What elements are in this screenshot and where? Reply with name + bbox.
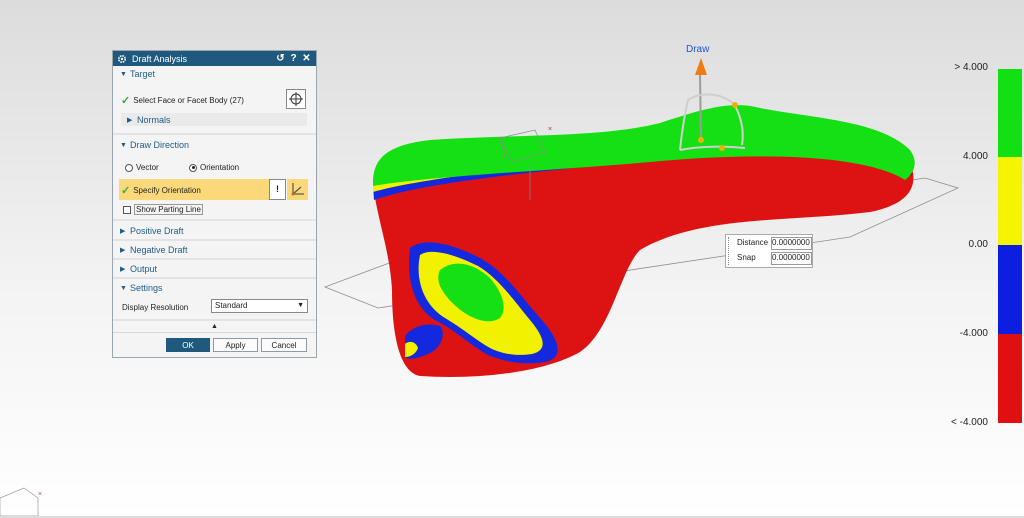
negative-draft-section: ▶ Negative Draft	[113, 242, 316, 258]
positive-draft-section: ▶ Positive Draft	[113, 223, 316, 239]
positive-draft-label: Positive Draft	[130, 226, 184, 236]
csys-icon	[291, 183, 304, 196]
specify-orientation-label: Specify Orientation	[133, 186, 201, 195]
vector-label: Vector	[136, 163, 159, 172]
show-parting-line-label: Show Parting Line	[134, 204, 203, 215]
divider	[113, 332, 316, 333]
select-face-label: Select Face or Facet Body (27)	[133, 96, 244, 105]
distance-label: Distance	[737, 238, 769, 247]
target-header[interactable]: ▼ Target	[113, 66, 316, 82]
orientation-dialog-button[interactable]: !	[269, 179, 286, 200]
radio-on-icon	[189, 163, 197, 172]
draft-analysis-dialog: Draft Analysis ↺ ? ✕ ▼ Target ✓ Select F…	[112, 50, 317, 358]
draw-arrow-icon[interactable]	[695, 58, 707, 75]
display-resolution-label: Display Resolution	[122, 303, 189, 312]
corner-x-marker: ×	[38, 491, 42, 498]
expand-triangle-icon: ▶	[127, 116, 133, 124]
exclamation-icon: !	[276, 184, 279, 194]
checkbox-icon	[123, 205, 131, 214]
cancel-button[interactable]: Cancel	[261, 338, 307, 352]
output-label: Output	[130, 264, 158, 274]
crosshair-icon	[289, 92, 303, 106]
target-header-label: Target	[130, 69, 156, 79]
divider	[113, 219, 316, 221]
corner-csys	[0, 487, 39, 517]
negative-draft-header[interactable]: ▶ Negative Draft	[113, 242, 316, 258]
legend-label-max: > 4.000	[954, 62, 988, 73]
legend-bar-yellow	[998, 157, 1022, 245]
specify-orientation[interactable]: ✓ Specify Orientation	[121, 184, 201, 197]
apply-button[interactable]: Apply	[213, 338, 258, 352]
settings-header[interactable]: ▼ Settings	[113, 280, 316, 296]
legend-label-min: < -4.000	[951, 417, 988, 428]
expand-triangle-icon: ▶	[120, 247, 126, 254]
divider	[113, 239, 316, 241]
divider	[113, 319, 316, 321]
legend-bar-blue	[998, 245, 1022, 334]
select-face-row[interactable]: ✓ Select Face or Facet Body (27)	[121, 94, 244, 107]
legend-label-4: 4.000	[962, 151, 988, 162]
output-header[interactable]: ▶ Output	[113, 261, 316, 277]
settings-section: ▼ Settings	[113, 280, 316, 296]
legend-label-neg4: -4.000	[959, 328, 988, 339]
draw-direction-section: ▼ Draw Direction	[113, 137, 316, 153]
legend-bar-green	[998, 69, 1022, 157]
expand-triangle-icon: ▶	[120, 228, 126, 235]
radio-off-icon	[125, 163, 133, 172]
target-section: ▼ Target	[113, 66, 316, 82]
reset-icon[interactable]: ↺	[275, 53, 286, 64]
distance-input[interactable]: 0.0000000	[771, 237, 812, 250]
check-icon: ✓	[121, 185, 131, 197]
snap-label: Snap	[737, 253, 756, 262]
draw-label: Draw	[686, 44, 710, 55]
negative-draft-label: Negative Draft	[130, 245, 188, 255]
orientation-label: Orientation	[200, 163, 240, 172]
divider	[113, 258, 316, 260]
collapse-dialog-icon[interactable]: ▲	[211, 323, 218, 330]
dialog-titlebar[interactable]: Draft Analysis ↺ ? ✕	[113, 51, 316, 66]
axis-x-marker: ×	[548, 126, 552, 133]
collapse-triangle-icon: ▼	[120, 284, 127, 292]
show-parting-line-checkbox[interactable]: Show Parting Line	[123, 204, 203, 215]
drag-handle[interactable]	[728, 237, 733, 265]
draw-direction-header-label: Draw Direction	[130, 140, 190, 150]
help-icon[interactable]: ?	[288, 53, 299, 64]
legend-bar-red	[998, 334, 1022, 423]
gear-icon	[117, 54, 127, 63]
chevron-down-icon: ▼	[297, 302, 304, 309]
collapse-triangle-icon: ▼	[120, 70, 127, 78]
expand-triangle-icon: ▶	[120, 266, 126, 273]
positive-draft-header[interactable]: ▶ Positive Draft	[113, 223, 316, 239]
settings-label: Settings	[130, 283, 163, 293]
distance-snap-box: Distance 0.0000000 Snap 0.0000000	[725, 234, 813, 268]
csys-selector-button[interactable]	[287, 179, 308, 200]
collapse-triangle-icon: ▼	[120, 141, 127, 149]
select-face-button[interactable]	[286, 89, 306, 109]
legend-label-0: 0.00	[968, 239, 988, 250]
check-icon: ✓	[121, 95, 131, 107]
dialog-title: Draft Analysis	[132, 53, 188, 64]
display-resolution-value: Standard	[215, 301, 248, 310]
normals-label: Normals	[137, 114, 171, 125]
vector-radio[interactable]: Vector	[125, 163, 159, 172]
draw-direction-header[interactable]: ▼ Draw Direction	[113, 137, 316, 153]
snap-input[interactable]: 0.0000000	[771, 252, 812, 265]
display-resolution-select[interactable]: Standard ▼	[211, 299, 308, 313]
normals-subsection[interactable]: ▶ Normals	[121, 113, 307, 126]
close-icon[interactable]: ✕	[301, 53, 312, 64]
orientation-radio[interactable]: Orientation	[189, 163, 239, 172]
divider	[113, 133, 316, 135]
output-section: ▶ Output	[113, 261, 316, 277]
ok-button[interactable]: OK	[166, 338, 210, 352]
divider	[113, 277, 316, 279]
